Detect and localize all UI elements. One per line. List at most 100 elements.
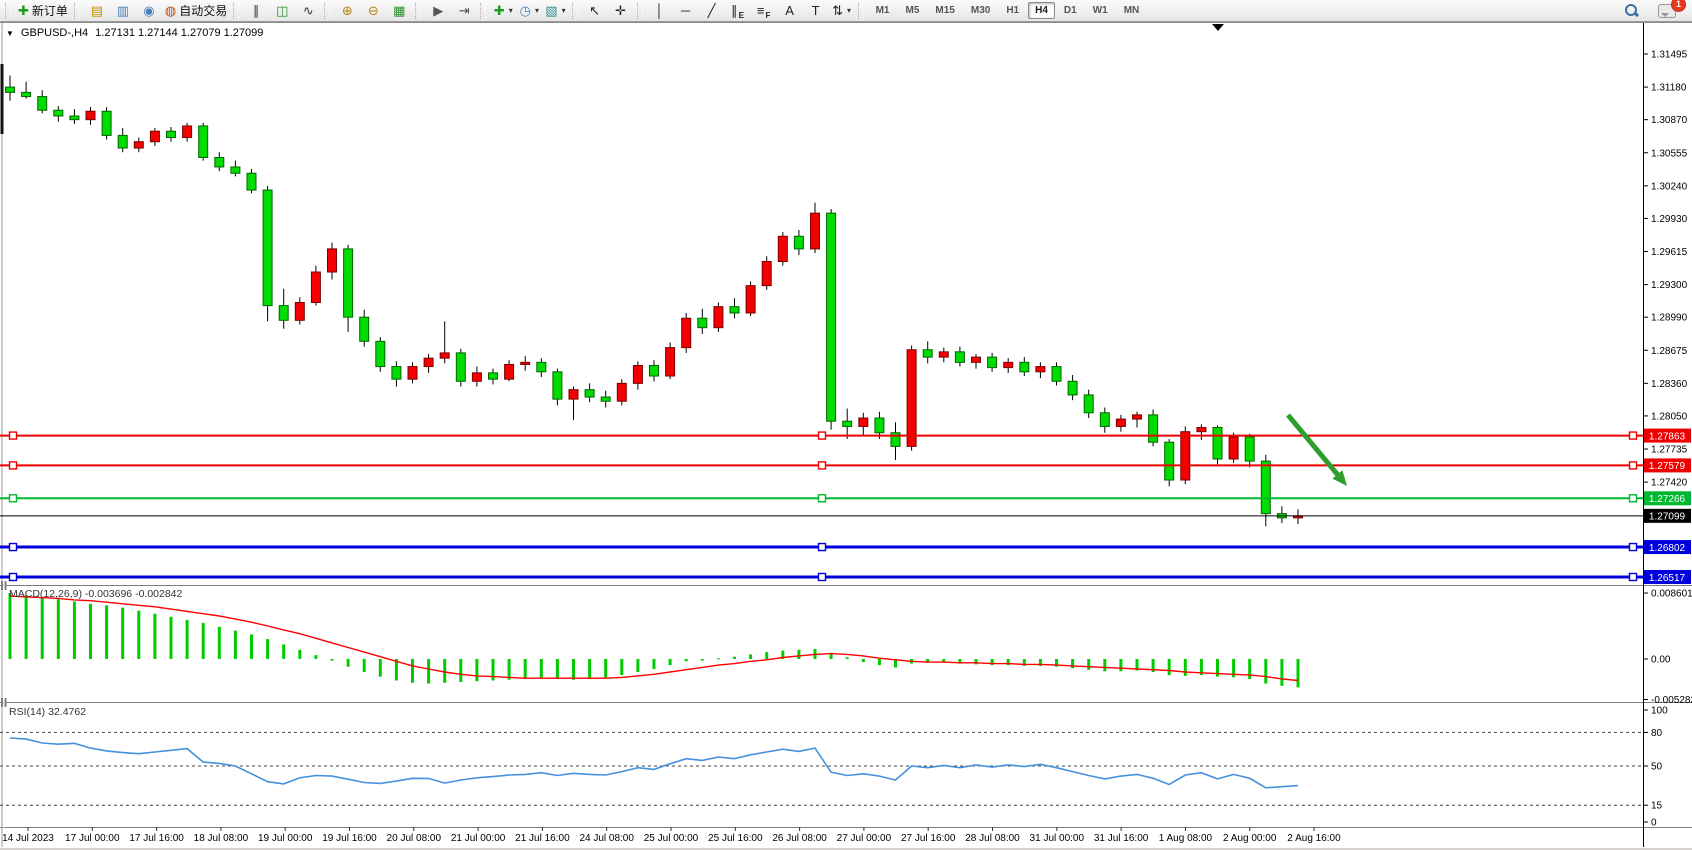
timeframe-d1-button[interactable]: D1 (1057, 2, 1084, 19)
support-line-blue-1-handle[interactable] (819, 544, 826, 551)
dropdown-caret-icon[interactable]: ▾ (509, 6, 513, 15)
horizontal-line-tool-button[interactable]: ─ (673, 1, 699, 21)
new-order-button[interactable]: ✚新订单 (15, 1, 71, 21)
timeframe-mn-button[interactable]: MN (1117, 2, 1147, 19)
resistance-line-2-handle[interactable] (10, 462, 17, 469)
zoom-out-icon: ⊖ (368, 2, 379, 20)
trendline-tool-button[interactable]: ╱ (699, 1, 725, 21)
candlestick-chart-button[interactable]: ◫ (269, 1, 295, 21)
svg-text:50: 50 (1651, 762, 1663, 773)
svg-text:31 Jul 16:00: 31 Jul 16:00 (1094, 833, 1149, 844)
svg-text:2 Aug 16:00: 2 Aug 16:00 (1287, 833, 1341, 844)
svg-text:1.31180: 1.31180 (1651, 83, 1687, 94)
price-tag-1.27863: 1.27863 (1644, 429, 1691, 443)
search-icon (1624, 3, 1639, 18)
dropdown-caret-icon[interactable]: ▾ (562, 6, 566, 15)
timeframe-h4-button[interactable]: H4 (1028, 2, 1055, 19)
resistance-line-2-handle[interactable] (1630, 462, 1637, 469)
resistance-line-1-handle[interactable] (819, 432, 826, 439)
timeframe-m5-button[interactable]: M5 (899, 2, 927, 19)
toolbar-right: 1 (1618, 1, 1690, 21)
auto-scroll-button[interactable]: ▶ (425, 1, 451, 21)
dropdown-caret-icon[interactable]: ▾ (535, 6, 539, 15)
periods-menu-button[interactable]: ◷▾ (516, 1, 542, 21)
cursor-tool-button[interactable]: ↖ (582, 1, 608, 21)
resistance-line-1-handle[interactable] (10, 432, 17, 439)
mt4-terminal: ✚新订单▤▥◉◍自动交易∥◫∿⊕⊖▦▶⇥✚▾◷▾▧▾↖✛│─╱∥E≡FAT⇅▾M… (0, 0, 1692, 850)
new-order-label: 新订单 (32, 2, 68, 19)
market-watch-button[interactable]: ▤ (84, 1, 110, 21)
support-line-green-handle[interactable] (819, 495, 826, 502)
auto-trading-label: 自动交易 (179, 2, 227, 19)
symbol-dropdown-icon[interactable]: ▼ (6, 29, 14, 38)
indicators-menu-button[interactable]: ✚▾ (490, 1, 516, 21)
signals-button[interactable]: ◉ (136, 1, 162, 21)
data-window-button[interactable]: ▥ (110, 1, 136, 21)
zoom-in-button[interactable]: ⊕ (334, 1, 360, 21)
timeframe-h1-button[interactable]: H1 (999, 2, 1026, 19)
fibonacci-tool-button[interactable]: ≡F (751, 1, 777, 21)
chart-shift-button[interactable]: ⇥ (451, 1, 477, 21)
crosshair-icon: ✛ (615, 2, 626, 20)
notification-badge: 1 (1671, 0, 1686, 12)
svg-text:17 Jul 16:00: 17 Jul 16:00 (129, 833, 184, 844)
svg-text:24 Jul 08:00: 24 Jul 08:00 (579, 833, 634, 844)
svg-text:1.30555: 1.30555 (1651, 148, 1688, 159)
cursor-icon: ↖ (589, 2, 600, 20)
support-line-blue-2-handle[interactable] (1630, 573, 1637, 580)
timeframe-m30-button[interactable]: M30 (964, 2, 997, 19)
support-line-blue-2-handle[interactable] (819, 573, 826, 580)
notifications-button[interactable]: 1 (1654, 1, 1680, 21)
svg-text:1.27266: 1.27266 (1649, 494, 1686, 505)
svg-text:1.28675: 1.28675 (1651, 346, 1688, 357)
svg-text:2 Aug 00:00: 2 Aug 00:00 (1223, 833, 1277, 844)
svg-text:31 Jul 00:00: 31 Jul 00:00 (1030, 833, 1085, 844)
price-tag-1.27266: 1.27266 (1644, 491, 1691, 505)
vertical-line-icon: │ (656, 2, 664, 20)
horizontal-line-icon: ─ (681, 2, 690, 20)
chart-canvas[interactable]: 1.314951.311801.308701.305551.302401.299… (0, 0, 1692, 850)
text-tool-button[interactable]: A (777, 1, 803, 21)
bar-chart-button[interactable]: ∥ (243, 1, 269, 21)
arrows-tool-button[interactable]: ⇅▾ (829, 1, 855, 21)
support-line-blue-2-handle[interactable] (10, 573, 17, 580)
timeframe-m1-button[interactable]: M1 (869, 2, 897, 19)
market-watch-icon: ▤ (91, 2, 103, 20)
zoom-out-button[interactable]: ⊖ (360, 1, 386, 21)
svg-text:1.28050: 1.28050 (1651, 411, 1688, 422)
timeframe-m15-button[interactable]: M15 (928, 2, 961, 19)
tile-windows-button[interactable]: ▦ (386, 1, 412, 21)
svg-text:14 Jul 2023: 14 Jul 2023 (2, 833, 54, 844)
label-tool-button[interactable]: T (803, 1, 829, 21)
support-line-blue-1-handle[interactable] (1630, 544, 1637, 551)
search-button[interactable] (1618, 1, 1644, 21)
toolbar: ✚新订单▤▥◉◍自动交易∥◫∿⊕⊖▦▶⇥✚▾◷▾▧▾↖✛│─╱∥E≡FAT⇅▾M… (0, 0, 1692, 22)
svg-text:18 Jul 08:00: 18 Jul 08:00 (194, 833, 249, 844)
svg-text:1.27863: 1.27863 (1649, 431, 1686, 442)
chart-shift-icon: ⇥ (459, 2, 470, 20)
svg-text:21 Jul 00:00: 21 Jul 00:00 (451, 833, 506, 844)
line-chart-button[interactable]: ∿ (295, 1, 321, 21)
vertical-line-tool-button[interactable]: │ (647, 1, 673, 21)
crosshair-tool-button[interactable]: ✛ (608, 1, 634, 21)
resistance-line-2-handle[interactable] (819, 462, 826, 469)
chart-header: ▼ GBPUSD-,H4 1.27131 1.27144 1.27079 1.2… (6, 27, 263, 39)
svg-text:80: 80 (1651, 728, 1663, 739)
support-line-blue-1-handle[interactable] (10, 544, 17, 551)
support-line-green-handle[interactable] (1630, 495, 1637, 502)
channel-tool-button[interactable]: ∥E (725, 1, 751, 21)
symbol-title: GBPUSD-,H4 (21, 27, 88, 39)
support-line-green-handle[interactable] (10, 495, 17, 502)
auto-trading-button[interactable]: ◍自动交易 (162, 1, 230, 21)
tile-windows-icon: ▦ (393, 2, 405, 20)
svg-text:1.26802: 1.26802 (1649, 543, 1686, 554)
svg-text:19 Jul 16:00: 19 Jul 16:00 (322, 833, 377, 844)
timeframe-w1-button[interactable]: W1 (1086, 2, 1115, 19)
templates-menu-button[interactable]: ▧▾ (542, 1, 568, 21)
indicators-icon: ✚ (494, 2, 505, 20)
dropdown-caret-icon[interactable]: ▾ (847, 6, 851, 15)
toolbar-group-grip (480, 3, 486, 19)
templates-icon: ▧ (545, 2, 557, 20)
svg-text:15: 15 (1651, 801, 1663, 812)
resistance-line-1-handle[interactable] (1630, 432, 1637, 439)
